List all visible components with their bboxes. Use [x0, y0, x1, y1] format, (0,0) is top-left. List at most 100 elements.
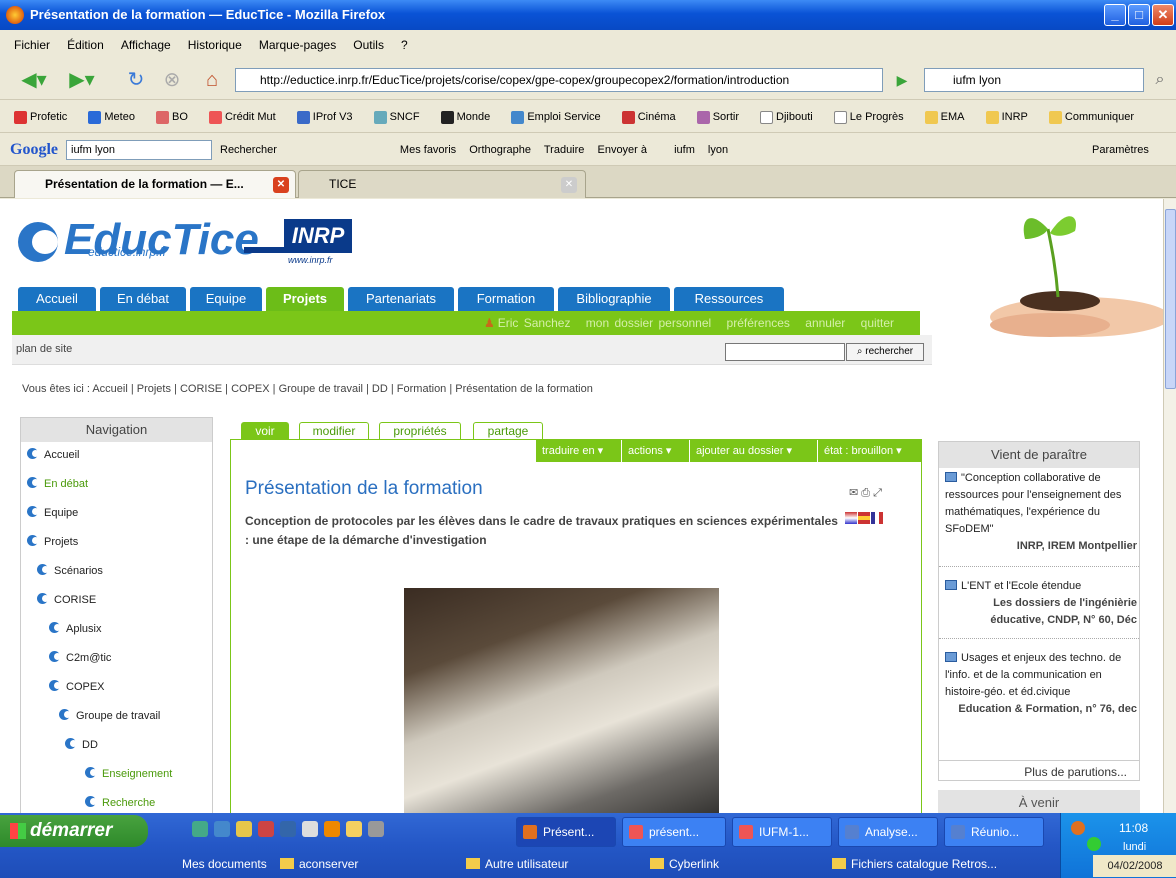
leftnav-enseignement[interactable]: Enseignement: [85, 767, 172, 780]
tab-modifier[interactable]: modifier: [299, 422, 369, 440]
mail-icon[interactable]: ✉: [849, 487, 858, 499]
logout-link[interactable]: quitter: [861, 316, 894, 330]
bookmark-djibouti[interactable]: Djibouti: [760, 110, 822, 124]
quick-launch-icon[interactable]: [214, 821, 230, 837]
home-icon[interactable]: ⌂: [198, 67, 226, 93]
reload-icon[interactable]: ↻: [122, 67, 150, 93]
task-presentation-firefox[interactable]: Présent...: [516, 817, 616, 847]
fullscreen-icon[interactable]: ⤢: [873, 487, 882, 499]
minimize-button[interactable]: _: [1104, 4, 1126, 26]
quick-launch-icon[interactable]: [236, 821, 252, 837]
folder-aconserver[interactable]: aconserver: [280, 851, 358, 877]
quick-launch-icon[interactable]: [302, 821, 318, 837]
leftnav-recherche[interactable]: Recherche: [85, 796, 155, 809]
google-envoyer-button[interactable]: Envoyer à: [597, 144, 647, 156]
bookmark-emploi[interactable]: Emploi Service: [511, 110, 609, 124]
task-presentation-ppt[interactable]: présent...: [622, 817, 726, 847]
quick-launch-icon[interactable]: [324, 821, 340, 837]
google-search-input[interactable]: iufm lyon: [66, 140, 212, 160]
leftnav-accueil[interactable]: Accueil: [27, 448, 79, 461]
menu-fichier[interactable]: Fichier: [14, 38, 50, 52]
site-search-button[interactable]: ⌕ rechercher: [846, 343, 924, 361]
quick-launch-icon[interactable]: [280, 821, 296, 837]
bookmark-folder-inrp[interactable]: INRP: [985, 110, 1037, 124]
google-lyon-button[interactable]: lyon: [708, 144, 728, 156]
bookmark-profetic[interactable]: Profetic: [14, 110, 76, 124]
bookmark-folder-communiquer[interactable]: Communiquer: [1048, 110, 1143, 124]
menu-edition[interactable]: Édition: [67, 38, 104, 52]
menu-marque-pages[interactable]: Marque-pages: [259, 38, 336, 52]
nav-equipe[interactable]: Equipe: [190, 287, 262, 311]
bookmark-folder-ema[interactable]: EMA: [924, 110, 974, 124]
vertical-scrollbar[interactable]: [1163, 199, 1176, 813]
leftnav-scenarios[interactable]: Scénarios: [37, 564, 103, 577]
leftnav-c2matic[interactable]: C2m@tic: [49, 651, 111, 664]
inrp-logo[interactable]: INRP www.inrp.fr: [244, 219, 354, 265]
sitemap-link[interactable]: plan de site: [16, 343, 72, 355]
wifi-icon[interactable]: [1087, 837, 1101, 851]
stop-icon[interactable]: ⊗: [158, 67, 186, 93]
bookmark-bo[interactable]: BO: [156, 110, 197, 124]
flag-en-icon[interactable]: [845, 512, 857, 525]
flag-es-icon[interactable]: [858, 512, 870, 525]
bookmark-cinema[interactable]: Cinéma: [621, 110, 685, 124]
task-analyse[interactable]: Analyse...: [838, 817, 938, 847]
tab-voir[interactable]: voir: [241, 422, 289, 440]
menu-historique[interactable]: Historique: [188, 38, 242, 52]
leftnav-copex[interactable]: COPEX: [49, 680, 105, 693]
menu-outils[interactable]: Outils: [353, 38, 384, 52]
folder-fichiers-catalogue[interactable]: Fichiers catalogue Retros...: [832, 851, 997, 877]
cancel-link[interactable]: annuler: [805, 316, 845, 330]
nav-ressources[interactable]: Ressources: [674, 287, 784, 311]
more-publications-link[interactable]: Plus de parutions...: [939, 760, 1139, 782]
quick-launch-icon[interactable]: [192, 821, 208, 837]
bookmark-iprof[interactable]: IProf V3: [296, 110, 362, 124]
tab-partage[interactable]: partage: [473, 422, 543, 440]
leftnav-aplusix[interactable]: Aplusix: [49, 622, 101, 635]
nav-bibliographie[interactable]: Bibliographie: [558, 287, 670, 311]
nav-formation[interactable]: Formation: [458, 287, 554, 311]
site-search-input[interactable]: [725, 343, 845, 361]
task-iufm[interactable]: IUFM-1...: [732, 817, 832, 847]
google-favoris-button[interactable]: Mes favoris: [400, 144, 456, 156]
leftnav-equipe[interactable]: Equipe: [27, 506, 78, 519]
quick-launch-icon[interactable]: [368, 821, 384, 837]
tab-proprietes[interactable]: propriétés: [379, 422, 461, 440]
leftnav-dd[interactable]: DD: [65, 738, 98, 751]
leftnav-projets[interactable]: Projets: [27, 535, 78, 548]
search-icon[interactable]: ⌕: [1148, 67, 1172, 93]
forward-icon[interactable]: ▶▾: [62, 67, 102, 93]
quick-launch-icon[interactable]: [346, 821, 362, 837]
bookmark-sortir[interactable]: Sortir: [696, 110, 748, 124]
tray-firefox-icon[interactable]: [1071, 821, 1085, 835]
preferences-link[interactable]: préférences: [727, 316, 790, 330]
bookmark-sncf[interactable]: SNCF: [373, 110, 429, 124]
nav-accueil[interactable]: Accueil: [18, 287, 96, 311]
publication-item[interactable]: Usages et enjeux des techno. de l'info. …: [945, 650, 1137, 718]
close-tab-icon[interactable]: ✕: [273, 177, 289, 193]
leftnav-groupe-de-travail[interactable]: Groupe de travail: [59, 709, 160, 722]
scrollbar-thumb[interactable]: [1165, 209, 1176, 389]
bookmark-credit-mut[interactable]: Crédit Mut: [208, 110, 285, 124]
go-icon[interactable]: ▶: [888, 67, 916, 93]
nav-en-debat[interactable]: En débat: [100, 287, 186, 311]
bookmark-le-progres[interactable]: Le Progrès: [833, 110, 913, 124]
folder-cyberlink[interactable]: Cyberlink: [650, 851, 719, 877]
add-to-folder-menu[interactable]: ajouter au dossier ▾: [689, 440, 817, 462]
actions-menu[interactable]: actions ▾: [621, 440, 689, 462]
leftnav-corise[interactable]: CORISE: [37, 593, 96, 606]
bookmark-meteo[interactable]: Meteo: [88, 110, 144, 124]
maximize-button[interactable]: □: [1128, 4, 1150, 26]
google-settings-button[interactable]: Paramètres: [1092, 134, 1149, 165]
menu-affichage[interactable]: Affichage: [121, 38, 171, 52]
state-menu[interactable]: état : brouillon ▾: [817, 440, 921, 462]
menu-help[interactable]: ?: [401, 38, 408, 52]
nav-partenariats[interactable]: Partenariats: [348, 287, 454, 311]
search-input[interactable]: iufm lyon: [924, 68, 1144, 92]
quick-launch-icon[interactable]: [258, 821, 274, 837]
user-name-link[interactable]: Eric Sanchez: [498, 316, 571, 330]
publication-item[interactable]: "Conception collaborative de ressources …: [945, 470, 1137, 555]
close-button[interactable]: ✕: [1152, 4, 1174, 26]
start-button[interactable]: démarrer: [0, 815, 148, 847]
address-bar[interactable]: http://eductice.inrp.fr/EducTice/projets…: [235, 68, 883, 92]
